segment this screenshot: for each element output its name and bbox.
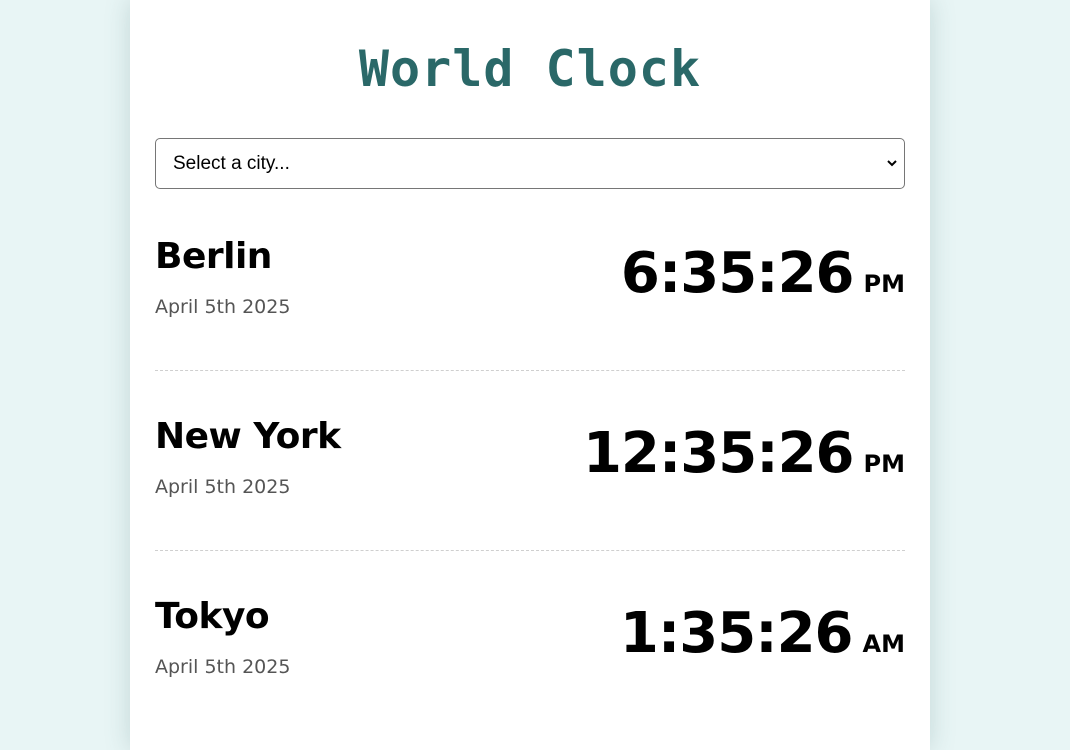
chevron-down-icon [887, 160, 897, 167]
time-ampm: PM [863, 450, 905, 478]
city-row-tokyo: Tokyo April 5th 2025 1:35:26 AM [155, 550, 905, 730]
city-date: April 5th 2025 [155, 476, 291, 498]
city-name: Tokyo [155, 596, 270, 637]
city-name: New York [155, 416, 341, 457]
time-digits: 1:35:26 [619, 601, 854, 666]
city-name: Berlin [155, 236, 272, 277]
time-ampm: PM [863, 270, 905, 298]
city-row-berlin: Berlin April 5th 2025 6:35:26 PM [155, 190, 905, 371]
time-ampm: AM [862, 630, 905, 658]
world-clock-card: World Clock Select a city... Berlin Apri… [130, 0, 930, 750]
city-date: April 5th 2025 [155, 296, 291, 318]
city-time: 6:35:26 PM [621, 242, 905, 306]
city-select-value: Select a city... [173, 153, 290, 174]
time-digits: 12:35:26 [582, 421, 855, 486]
city-date: April 5th 2025 [155, 656, 291, 678]
city-time: 12:35:26 PM [583, 422, 905, 486]
city-select[interactable]: Select a city... [155, 138, 905, 189]
city-row-new-york: New York April 5th 2025 12:35:26 PM [155, 370, 905, 551]
page-title: World Clock [358, 40, 702, 98]
city-time: 1:35:26 AM [620, 602, 905, 666]
time-digits: 6:35:26 [620, 241, 855, 306]
